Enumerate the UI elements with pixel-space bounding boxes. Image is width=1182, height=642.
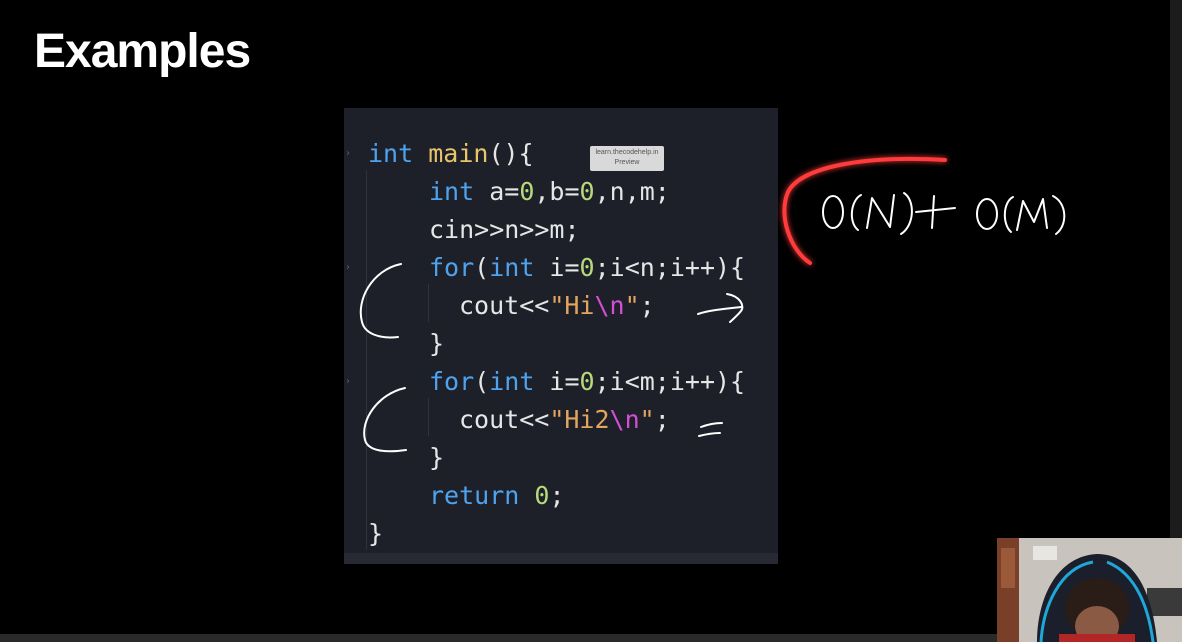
equals-mark: [698, 422, 723, 437]
arrow-mark: [697, 293, 744, 323]
complexity-handwriting: [822, 192, 1066, 235]
bracket-mark-loop1: [359, 263, 402, 339]
bracket-mark-loop2: [363, 387, 407, 453]
presenter-webcam-icon: [997, 538, 1182, 642]
presenter-webcam: [997, 538, 1182, 642]
